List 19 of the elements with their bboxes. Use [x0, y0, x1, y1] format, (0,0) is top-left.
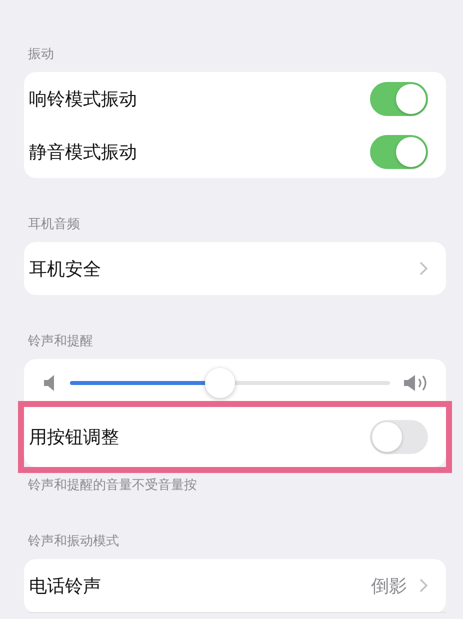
speaker-low-icon: [44, 375, 56, 391]
row-value: 倒影: [371, 574, 407, 598]
row-label: 静音模式振动: [29, 140, 137, 164]
section-header: 铃声和提醒: [27, 333, 94, 351]
toggle-switch[interactable]: [370, 82, 428, 116]
toggle-switch[interactable]: [370, 420, 428, 454]
section-header: 振动: [27, 46, 55, 64]
volume-slider[interactable]: [70, 368, 390, 398]
row-label[interactable]: 耳机安全: [29, 256, 101, 280]
chevron-icon: [419, 261, 428, 276]
row-label: 响铃模式振动: [29, 88, 137, 110]
toggle-switch[interactable]: [370, 134, 428, 168]
section-header: 耳机音频: [27, 216, 81, 234]
chevron-icon: [419, 578, 428, 593]
section-footer: 铃声和提醒的音量不受音量按: [24, 467, 446, 495]
section-header: 铃声和振动模式: [27, 533, 120, 551]
slider-thumb[interactable]: [205, 368, 236, 398]
row-label: 用按钮调整: [29, 426, 119, 449]
row-label[interactable]: 电话铃声: [29, 574, 101, 598]
